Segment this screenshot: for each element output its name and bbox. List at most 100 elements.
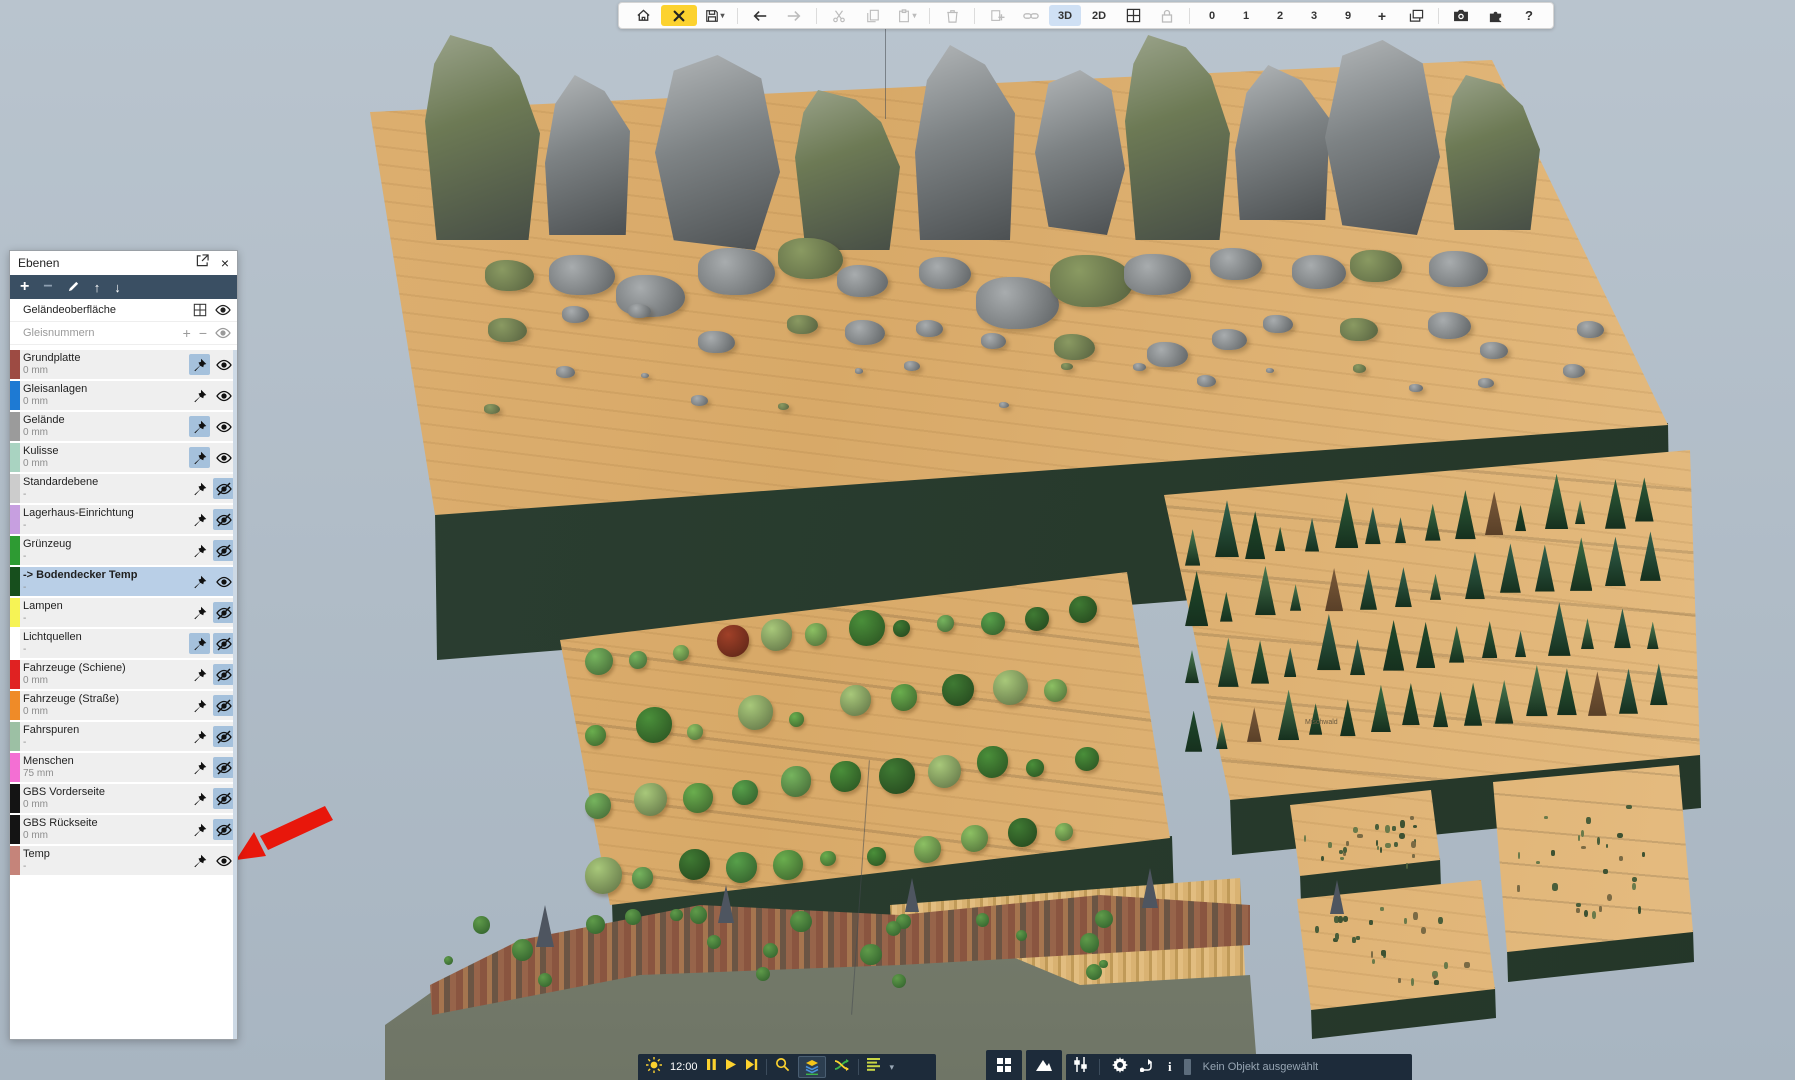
layer-visibility-icon[interactable] bbox=[213, 416, 234, 437]
minus-icon[interactable]: − bbox=[199, 325, 207, 341]
layer-visibility-icon[interactable] bbox=[213, 788, 234, 809]
filter-sliders-icon[interactable] bbox=[1074, 1057, 1087, 1077]
popout-panel-icon[interactable] bbox=[196, 254, 209, 272]
event-list-icon[interactable] bbox=[867, 1058, 882, 1076]
camera-slot-2[interactable]: 2 bbox=[1264, 5, 1296, 26]
zoom-tool-icon[interactable] bbox=[775, 1057, 790, 1077]
screenshot-camera-button[interactable] bbox=[1445, 5, 1477, 26]
layer-row[interactable]: -> Bodendecker Temp - bbox=[10, 567, 237, 596]
pin-layer-icon[interactable] bbox=[189, 726, 210, 747]
pin-layer-icon[interactable] bbox=[189, 354, 210, 375]
layer-row[interactable]: Grundplatte 0 mm bbox=[10, 350, 237, 379]
pin-layer-icon[interactable] bbox=[189, 850, 210, 871]
layer-visibility-icon[interactable] bbox=[213, 819, 234, 840]
eye-icon[interactable] bbox=[215, 327, 231, 339]
layer-visibility-icon[interactable] bbox=[213, 602, 234, 623]
grid-icon[interactable] bbox=[193, 303, 207, 317]
animation-path-icon[interactable] bbox=[1140, 1058, 1156, 1077]
help-button[interactable]: ? bbox=[1513, 5, 1545, 26]
track-numbers-row[interactable]: Gleisnummern + − bbox=[10, 322, 237, 345]
layer-visibility-icon[interactable] bbox=[213, 385, 234, 406]
layer-visibility-icon[interactable] bbox=[213, 664, 234, 685]
clock-time[interactable]: 12:00 bbox=[670, 1061, 698, 1073]
chevron-down-icon[interactable]: ▾ bbox=[720, 11, 724, 20]
pause-button[interactable] bbox=[706, 1058, 717, 1076]
layer-visibility-icon[interactable] bbox=[213, 757, 234, 778]
info-icon[interactable]: i bbox=[1168, 1059, 1172, 1075]
layer-visibility-icon[interactable] bbox=[213, 354, 234, 375]
play-button[interactable] bbox=[725, 1058, 737, 1076]
chevron-down-icon[interactable]: ▾ bbox=[890, 1062, 895, 1073]
layer-visibility-icon[interactable] bbox=[213, 633, 234, 654]
remove-layer-button[interactable]: − bbox=[43, 279, 52, 295]
layer-row[interactable]: Kulisse 0 mm bbox=[10, 443, 237, 472]
link-button[interactable] bbox=[1015, 5, 1047, 26]
home-button[interactable] bbox=[627, 5, 659, 26]
grid-view-button[interactable] bbox=[986, 1050, 1022, 1080]
layer-row[interactable]: Lichtquellen - bbox=[10, 629, 237, 658]
layer-row[interactable]: Fahrspuren - bbox=[10, 722, 237, 751]
layer-visibility-icon[interactable] bbox=[213, 540, 234, 561]
shuffle-tool-icon[interactable] bbox=[834, 1058, 850, 1077]
delete-button[interactable] bbox=[936, 5, 968, 26]
camera-slot-3[interactable]: 3 bbox=[1298, 5, 1330, 26]
chevron-down-icon[interactable]: ▾ bbox=[912, 11, 916, 20]
layer-visibility-icon[interactable] bbox=[213, 726, 234, 747]
pin-layer-icon[interactable] bbox=[189, 602, 210, 623]
paste-button[interactable]: ▾ bbox=[891, 5, 923, 26]
plugins-puzzle-button[interactable] bbox=[1479, 5, 1511, 26]
save-button[interactable]: ▾ bbox=[699, 5, 731, 26]
step-forward-button[interactable] bbox=[745, 1058, 758, 1076]
sun-daytime-icon[interactable] bbox=[646, 1057, 662, 1078]
redo-button[interactable] bbox=[778, 5, 810, 26]
cascade-windows-button[interactable] bbox=[1400, 5, 1432, 26]
layers-tool-button[interactable] bbox=[798, 1056, 826, 1078]
layer-row[interactable]: Lagerhaus-Einrichtung - bbox=[10, 505, 237, 534]
settings-gear-icon[interactable] bbox=[1112, 1057, 1128, 1078]
plus-icon[interactable]: + bbox=[183, 325, 191, 341]
pin-layer-icon[interactable] bbox=[189, 571, 210, 592]
pin-layer-icon[interactable] bbox=[189, 633, 210, 654]
layer-row[interactable]: GBS Vorderseite 0 mm bbox=[10, 784, 237, 813]
pin-layer-icon[interactable] bbox=[189, 385, 210, 406]
pin-layer-icon[interactable] bbox=[189, 788, 210, 809]
layer-row[interactable]: Fahrzeuge (Straße) 0 mm bbox=[10, 691, 237, 720]
undo-button[interactable] bbox=[744, 5, 776, 26]
edit-mode-button[interactable] bbox=[661, 5, 697, 26]
layer-visibility-icon[interactable] bbox=[213, 695, 234, 716]
layer-row[interactable]: Standardebene - bbox=[10, 474, 237, 503]
layer-row[interactable]: Fahrzeuge (Schiene) 0 mm bbox=[10, 660, 237, 689]
duplicate-button[interactable] bbox=[981, 5, 1013, 26]
view-2d-button[interactable]: 2D bbox=[1083, 5, 1115, 26]
copy-button[interactable] bbox=[857, 5, 889, 26]
layer-row[interactable]: Temp - bbox=[10, 846, 237, 875]
close-panel-icon[interactable]: × bbox=[221, 256, 229, 270]
layer-visibility-icon[interactable] bbox=[213, 509, 234, 530]
camera-slot-9[interactable]: 9 bbox=[1332, 5, 1364, 26]
layer-row[interactable]: Menschen 75 mm bbox=[10, 753, 237, 782]
eye-icon[interactable] bbox=[215, 304, 231, 316]
panel-scrollbar[interactable] bbox=[233, 350, 237, 1039]
add-layer-button[interactable]: + bbox=[20, 279, 29, 295]
split-view-button[interactable] bbox=[1117, 5, 1149, 26]
edit-layer-button[interactable] bbox=[67, 280, 80, 295]
layer-row[interactable]: Gelände 0 mm bbox=[10, 412, 237, 441]
pin-layer-icon[interactable] bbox=[189, 695, 210, 716]
terrain-surface-row[interactable]: Geländeoberfläche bbox=[10, 299, 237, 322]
move-layer-up-button[interactable]: ↑ bbox=[94, 281, 101, 294]
camera-slot-0[interactable]: 0 bbox=[1196, 5, 1228, 26]
layer-visibility-icon[interactable] bbox=[213, 571, 234, 592]
layer-visibility-icon[interactable] bbox=[213, 447, 234, 468]
layer-row[interactable]: GBS Rückseite 0 mm bbox=[10, 815, 237, 844]
layer-row[interactable]: Gleisanlagen 0 mm bbox=[10, 381, 237, 410]
pin-layer-icon[interactable] bbox=[189, 819, 210, 840]
pin-layer-icon[interactable] bbox=[189, 416, 210, 437]
statusbar-handle[interactable] bbox=[1184, 1059, 1191, 1075]
move-layer-down-button[interactable]: ↓ bbox=[114, 281, 121, 294]
3d-viewport[interactable]: Mischwald bbox=[0, 0, 1795, 1080]
terrain-view-button[interactable] bbox=[1026, 1050, 1062, 1080]
layer-visibility-icon[interactable] bbox=[213, 850, 234, 871]
layer-visibility-icon[interactable] bbox=[213, 478, 234, 499]
layer-row[interactable]: Grünzeug - bbox=[10, 536, 237, 565]
add-camera-slot-button[interactable]: + bbox=[1366, 5, 1398, 26]
